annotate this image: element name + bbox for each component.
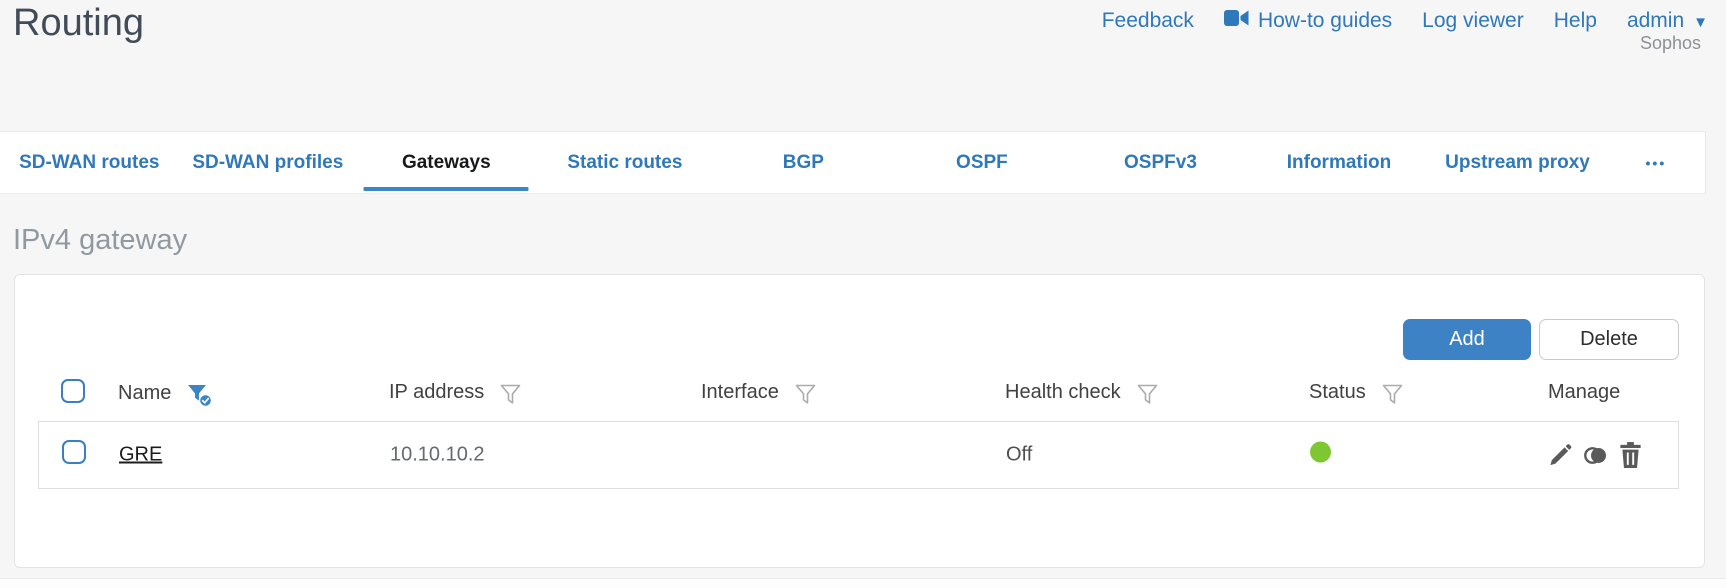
column-header-interface: Interface — [701, 381, 779, 403]
gateway-health-check: Off — [1006, 443, 1033, 466]
gateway-name-link[interactable]: GRE — [119, 444, 162, 467]
column-header-manage: Manage — [1548, 381, 1621, 403]
filter-icon[interactable] — [1381, 383, 1404, 406]
filter-icon[interactable] — [794, 383, 817, 406]
tab-more-ellipsis[interactable]: ••• — [1607, 132, 1705, 193]
feedback-link[interactable]: Feedback — [1102, 9, 1194, 33]
select-all-checkbox[interactable] — [61, 379, 85, 403]
filter-icon[interactable] — [1136, 383, 1159, 406]
delete-button[interactable]: Delete — [1539, 319, 1679, 360]
section-title: IPv4 gateway — [13, 224, 188, 256]
filter-icon[interactable] — [499, 383, 522, 406]
tab-sdwan-routes[interactable]: SD-WAN routes — [0, 132, 179, 193]
column-header-ip-address: IP address — [389, 381, 485, 403]
tab-information[interactable]: Information — [1250, 132, 1429, 193]
tab-gateways[interactable]: Gateways — [357, 132, 536, 193]
chevron-down-icon: ▼ — [1693, 13, 1708, 31]
user-name: admin — [1626, 9, 1685, 32]
column-header-health-check: Health check — [1005, 381, 1121, 403]
tab-sdwan-profiles[interactable]: SD-WAN profiles — [179, 132, 358, 193]
top-nav: Feedback How-to guides Log viewer Help a… — [1102, 8, 1708, 34]
gateway-card: Add Delete Name IP address Interface Hea… — [14, 274, 1705, 568]
help-link[interactable]: Help — [1554, 9, 1597, 33]
table-body: GRE 10.10.10.2 Off — [38, 421, 1679, 489]
brand-label: Sophos — [1639, 33, 1701, 53]
footer-strip — [0, 578, 1726, 588]
log-viewer-link[interactable]: Log viewer — [1422, 9, 1524, 33]
column-header-status: Status — [1309, 381, 1366, 403]
page-title: Routing — [13, 2, 144, 44]
column-header-name: Name — [118, 382, 172, 404]
filter-active-icon[interactable] — [186, 383, 213, 408]
row-checkbox[interactable] — [62, 440, 86, 464]
edit-pencil-icon[interactable] — [1547, 442, 1574, 469]
tab-upstream-proxy[interactable]: Upstream proxy — [1428, 132, 1607, 193]
delete-trash-icon[interactable] — [1618, 442, 1643, 469]
tab-ospfv3[interactable]: OSPFv3 — [1071, 132, 1250, 193]
table-header: Name IP address Interface Health check S… — [15, 373, 1704, 417]
tab-bgp[interactable]: BGP — [714, 132, 893, 193]
manage-actions — [1547, 442, 1643, 469]
clone-icon[interactable] — [1582, 442, 1610, 468]
tab-ospf[interactable]: OSPF — [893, 132, 1072, 193]
video-camera-icon — [1223, 8, 1249, 34]
tab-static-routes[interactable]: Static routes — [536, 132, 715, 193]
howto-guides-label: How-to guides — [1257, 9, 1393, 32]
add-button[interactable]: Add — [1403, 319, 1531, 360]
user-menu[interactable]: admin ▼ — [1627, 9, 1708, 33]
gateway-ip-address: 10.10.10.2 — [390, 443, 485, 466]
howto-guides-link[interactable]: How-to guides — [1223, 8, 1393, 34]
status-green-dot — [1310, 441, 1331, 463]
tab-bar: SD-WAN routes SD-WAN profiles Gateways S… — [0, 131, 1706, 194]
